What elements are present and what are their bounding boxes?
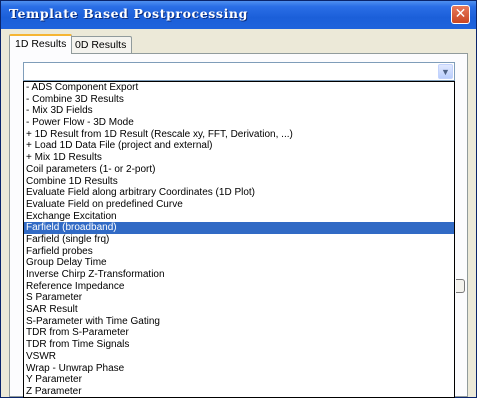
template-combobox[interactable]: ▼ xyxy=(23,62,455,81)
dropdown-option[interactable]: Wrap - Unwrap Phase xyxy=(24,363,454,375)
dropdown-option[interactable]: TDR from S-Parameter xyxy=(24,327,454,339)
chevron-down-icon[interactable]: ▼ xyxy=(438,64,453,79)
dropdown-option[interactable]: SAR Result xyxy=(24,304,454,316)
tab-1d-results[interactable]: 1D Results xyxy=(9,34,73,54)
dropdown-option[interactable]: Farfield probes xyxy=(24,246,454,258)
dropdown-option[interactable]: Evaluate Field along arbitrary Coordinat… xyxy=(24,187,454,199)
dropdown-option[interactable]: - Power Flow - 3D Mode xyxy=(24,117,454,129)
window-title: Template Based Postprocessing xyxy=(9,6,248,21)
dropdown-option[interactable]: S-Parameter with Time Gating xyxy=(24,316,454,328)
dropdown-option[interactable]: - ADS Component Export xyxy=(24,82,454,94)
tab-0d-results[interactable]: 0D Results xyxy=(69,36,133,53)
dropdown-arrow: ▼ xyxy=(441,67,450,77)
close-button[interactable]: ✕ xyxy=(451,5,470,24)
tab-label: 1D Results xyxy=(15,38,67,50)
title-bar[interactable]: Template Based Postprocessing ✕ xyxy=(1,1,476,29)
dropdown-option[interactable]: + Load 1D Data File (project and externa… xyxy=(24,140,454,152)
tab-label: 0D Results xyxy=(75,39,127,51)
dropdown-option[interactable]: Inverse Chirp Z-Transformation xyxy=(24,269,454,281)
dropdown-option[interactable]: Coil parameters (1- or 2-port) xyxy=(24,164,454,176)
dropdown-option[interactable]: VSWR xyxy=(24,351,454,363)
dropdown-option[interactable]: Group Delay Time xyxy=(24,257,454,269)
dropdown-option[interactable]: Z Parameter xyxy=(24,386,454,397)
dropdown-option[interactable]: + 1D Result from 1D Result (Rescale xy, … xyxy=(24,129,454,141)
dropdown-option[interactable]: + Mix 1D Results xyxy=(24,152,454,164)
dropdown-list[interactable]: - ADS Component Export - Combine 3D Resul… xyxy=(23,81,455,398)
close-icon: ✕ xyxy=(454,6,467,22)
dropdown-option[interactable]: - Combine 3D Results xyxy=(24,94,454,106)
dropdown-option[interactable]: Evaluate Field on predefined Curve xyxy=(24,199,454,211)
dropdown-option[interactable]: Exchange Excitation xyxy=(24,211,454,223)
dropdown-option[interactable]: Farfield (broadband) xyxy=(24,222,454,234)
dropdown-option[interactable]: Combine 1D Results xyxy=(24,176,454,188)
hidden-button-edge[interactable] xyxy=(456,279,465,293)
dropdown-option[interactable]: TDR from Time Signals xyxy=(24,339,454,351)
dropdown-option[interactable]: Farfield (single frq) xyxy=(24,234,454,246)
dropdown-option[interactable]: S Parameter xyxy=(24,292,454,304)
dropdown-option[interactable]: Y Parameter xyxy=(24,374,454,386)
dropdown-option[interactable]: - Mix 3D Fields xyxy=(24,105,454,117)
dropdown-option[interactable]: Reference Impedance xyxy=(24,281,454,293)
